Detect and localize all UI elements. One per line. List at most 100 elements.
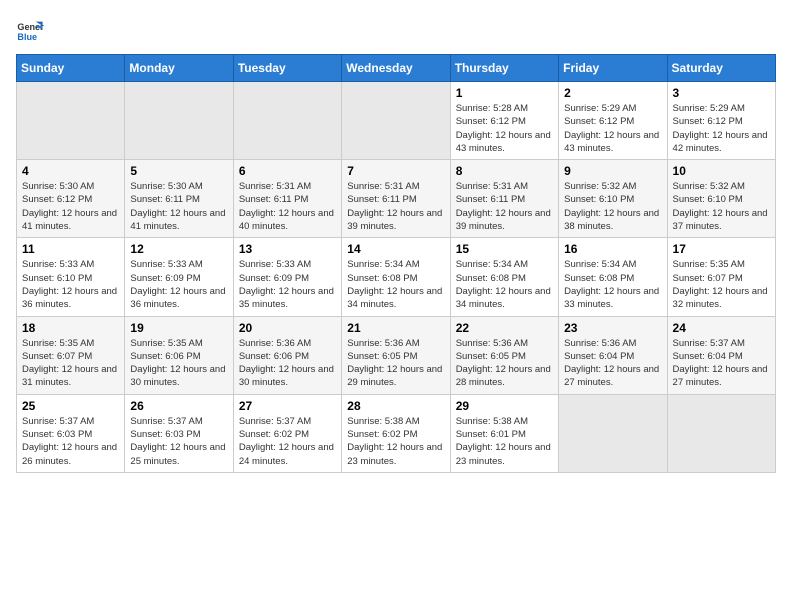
- day-number: 21: [347, 321, 444, 335]
- day-info: Sunrise: 5:30 AMSunset: 6:12 PMDaylight:…: [22, 181, 117, 232]
- calendar-cell: [667, 394, 775, 472]
- day-number: 26: [130, 399, 227, 413]
- day-number: 8: [456, 164, 553, 178]
- day-info: Sunrise: 5:31 AMSunset: 6:11 PMDaylight:…: [456, 181, 551, 232]
- day-info: Sunrise: 5:32 AMSunset: 6:10 PMDaylight:…: [564, 181, 659, 232]
- calendar-week-row: 4 Sunrise: 5:30 AMSunset: 6:12 PMDayligh…: [17, 160, 776, 238]
- day-info: Sunrise: 5:30 AMSunset: 6:11 PMDaylight:…: [130, 181, 225, 232]
- calendar-cell: 10 Sunrise: 5:32 AMSunset: 6:10 PMDaylig…: [667, 160, 775, 238]
- calendar-cell: 2 Sunrise: 5:29 AMSunset: 6:12 PMDayligh…: [559, 82, 667, 160]
- day-info: Sunrise: 5:36 AMSunset: 6:06 PMDaylight:…: [239, 338, 334, 389]
- day-number: 28: [347, 399, 444, 413]
- day-number: 17: [673, 242, 770, 256]
- day-number: 25: [22, 399, 119, 413]
- day-info: Sunrise: 5:36 AMSunset: 6:05 PMDaylight:…: [456, 338, 551, 389]
- weekday-header: Monday: [125, 55, 233, 82]
- day-number: 20: [239, 321, 336, 335]
- day-info: Sunrise: 5:31 AMSunset: 6:11 PMDaylight:…: [347, 181, 442, 232]
- calendar-cell: 19 Sunrise: 5:35 AMSunset: 6:06 PMDaylig…: [125, 316, 233, 394]
- weekday-header: Tuesday: [233, 55, 341, 82]
- day-number: 2: [564, 86, 661, 100]
- calendar-cell: 20 Sunrise: 5:36 AMSunset: 6:06 PMDaylig…: [233, 316, 341, 394]
- calendar-cell: 27 Sunrise: 5:37 AMSunset: 6:02 PMDaylig…: [233, 394, 341, 472]
- day-info: Sunrise: 5:35 AMSunset: 6:07 PMDaylight:…: [673, 259, 768, 310]
- day-number: 27: [239, 399, 336, 413]
- calendar-cell: [17, 82, 125, 160]
- weekday-header: Thursday: [450, 55, 558, 82]
- calendar-cell: 17 Sunrise: 5:35 AMSunset: 6:07 PMDaylig…: [667, 238, 775, 316]
- day-info: Sunrise: 5:31 AMSunset: 6:11 PMDaylight:…: [239, 181, 334, 232]
- weekday-header-row: SundayMondayTuesdayWednesdayThursdayFrid…: [17, 55, 776, 82]
- logo: General Blue: [16, 16, 44, 44]
- calendar-cell: 14 Sunrise: 5:34 AMSunset: 6:08 PMDaylig…: [342, 238, 450, 316]
- page-header: General Blue: [16, 16, 776, 44]
- calendar-table: SundayMondayTuesdayWednesdayThursdayFrid…: [16, 54, 776, 473]
- day-number: 19: [130, 321, 227, 335]
- day-number: 15: [456, 242, 553, 256]
- calendar-cell: [559, 394, 667, 472]
- day-number: 16: [564, 242, 661, 256]
- calendar-cell: [342, 82, 450, 160]
- day-number: 10: [673, 164, 770, 178]
- day-info: Sunrise: 5:37 AMSunset: 6:02 PMDaylight:…: [239, 416, 334, 467]
- calendar-cell: 11 Sunrise: 5:33 AMSunset: 6:10 PMDaylig…: [17, 238, 125, 316]
- calendar-cell: 13 Sunrise: 5:33 AMSunset: 6:09 PMDaylig…: [233, 238, 341, 316]
- calendar-cell: 25 Sunrise: 5:37 AMSunset: 6:03 PMDaylig…: [17, 394, 125, 472]
- day-info: Sunrise: 5:32 AMSunset: 6:10 PMDaylight:…: [673, 181, 768, 232]
- day-info: Sunrise: 5:35 AMSunset: 6:06 PMDaylight:…: [130, 338, 225, 389]
- logo-icon: General Blue: [16, 16, 44, 44]
- calendar-cell: 9 Sunrise: 5:32 AMSunset: 6:10 PMDayligh…: [559, 160, 667, 238]
- day-info: Sunrise: 5:34 AMSunset: 6:08 PMDaylight:…: [564, 259, 659, 310]
- calendar-cell: [233, 82, 341, 160]
- day-info: Sunrise: 5:37 AMSunset: 6:03 PMDaylight:…: [130, 416, 225, 467]
- day-info: Sunrise: 5:34 AMSunset: 6:08 PMDaylight:…: [456, 259, 551, 310]
- day-number: 4: [22, 164, 119, 178]
- day-number: 11: [22, 242, 119, 256]
- day-number: 7: [347, 164, 444, 178]
- day-number: 23: [564, 321, 661, 335]
- weekday-header: Saturday: [667, 55, 775, 82]
- day-info: Sunrise: 5:29 AMSunset: 6:12 PMDaylight:…: [564, 103, 659, 154]
- day-number: 1: [456, 86, 553, 100]
- day-number: 3: [673, 86, 770, 100]
- day-info: Sunrise: 5:28 AMSunset: 6:12 PMDaylight:…: [456, 103, 551, 154]
- calendar-cell: 7 Sunrise: 5:31 AMSunset: 6:11 PMDayligh…: [342, 160, 450, 238]
- calendar-cell: [125, 82, 233, 160]
- day-number: 13: [239, 242, 336, 256]
- calendar-cell: 28 Sunrise: 5:38 AMSunset: 6:02 PMDaylig…: [342, 394, 450, 472]
- day-number: 18: [22, 321, 119, 335]
- calendar-cell: 26 Sunrise: 5:37 AMSunset: 6:03 PMDaylig…: [125, 394, 233, 472]
- calendar-cell: 29 Sunrise: 5:38 AMSunset: 6:01 PMDaylig…: [450, 394, 558, 472]
- day-info: Sunrise: 5:36 AMSunset: 6:04 PMDaylight:…: [564, 338, 659, 389]
- calendar-week-row: 1 Sunrise: 5:28 AMSunset: 6:12 PMDayligh…: [17, 82, 776, 160]
- day-info: Sunrise: 5:29 AMSunset: 6:12 PMDaylight:…: [673, 103, 768, 154]
- calendar-cell: 23 Sunrise: 5:36 AMSunset: 6:04 PMDaylig…: [559, 316, 667, 394]
- day-info: Sunrise: 5:33 AMSunset: 6:10 PMDaylight:…: [22, 259, 117, 310]
- day-info: Sunrise: 5:38 AMSunset: 6:02 PMDaylight:…: [347, 416, 442, 467]
- day-info: Sunrise: 5:34 AMSunset: 6:08 PMDaylight:…: [347, 259, 442, 310]
- weekday-header: Sunday: [17, 55, 125, 82]
- weekday-header: Wednesday: [342, 55, 450, 82]
- day-info: Sunrise: 5:33 AMSunset: 6:09 PMDaylight:…: [239, 259, 334, 310]
- day-info: Sunrise: 5:37 AMSunset: 6:03 PMDaylight:…: [22, 416, 117, 467]
- calendar-cell: 1 Sunrise: 5:28 AMSunset: 6:12 PMDayligh…: [450, 82, 558, 160]
- day-number: 29: [456, 399, 553, 413]
- weekday-header: Friday: [559, 55, 667, 82]
- calendar-cell: 24 Sunrise: 5:37 AMSunset: 6:04 PMDaylig…: [667, 316, 775, 394]
- calendar-cell: 21 Sunrise: 5:36 AMSunset: 6:05 PMDaylig…: [342, 316, 450, 394]
- calendar-cell: 15 Sunrise: 5:34 AMSunset: 6:08 PMDaylig…: [450, 238, 558, 316]
- calendar-cell: 18 Sunrise: 5:35 AMSunset: 6:07 PMDaylig…: [17, 316, 125, 394]
- day-number: 5: [130, 164, 227, 178]
- calendar-week-row: 18 Sunrise: 5:35 AMSunset: 6:07 PMDaylig…: [17, 316, 776, 394]
- day-info: Sunrise: 5:37 AMSunset: 6:04 PMDaylight:…: [673, 338, 768, 389]
- svg-text:Blue: Blue: [17, 32, 37, 42]
- day-info: Sunrise: 5:38 AMSunset: 6:01 PMDaylight:…: [456, 416, 551, 467]
- calendar-week-row: 11 Sunrise: 5:33 AMSunset: 6:10 PMDaylig…: [17, 238, 776, 316]
- calendar-cell: 3 Sunrise: 5:29 AMSunset: 6:12 PMDayligh…: [667, 82, 775, 160]
- day-number: 14: [347, 242, 444, 256]
- calendar-cell: 4 Sunrise: 5:30 AMSunset: 6:12 PMDayligh…: [17, 160, 125, 238]
- calendar-cell: 22 Sunrise: 5:36 AMSunset: 6:05 PMDaylig…: [450, 316, 558, 394]
- calendar-cell: 8 Sunrise: 5:31 AMSunset: 6:11 PMDayligh…: [450, 160, 558, 238]
- day-info: Sunrise: 5:36 AMSunset: 6:05 PMDaylight:…: [347, 338, 442, 389]
- day-number: 9: [564, 164, 661, 178]
